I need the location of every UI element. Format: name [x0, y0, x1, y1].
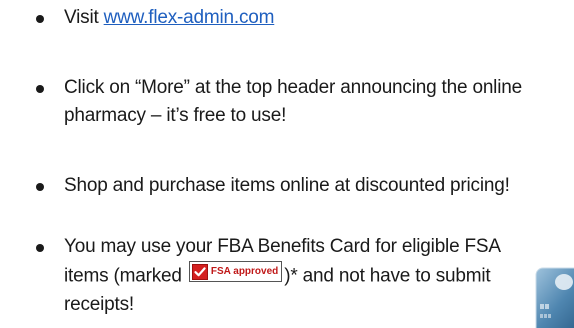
- bullet-icon: [36, 183, 44, 191]
- list-item-text: Click on “More” at the top header announ…: [64, 77, 522, 126]
- bullet-icon: [36, 15, 44, 23]
- credit-card-icon: [534, 264, 574, 328]
- list-item-text: Visit www.flex-admin.com: [64, 4, 274, 32]
- fsa-badge-label: FSA approved: [210, 265, 279, 277]
- visit-label: Visit: [64, 7, 104, 28]
- website-link[interactable]: www.flex-admin.com: [104, 7, 275, 28]
- list-item-text: Shop and purchase items online at discou…: [64, 175, 510, 196]
- list-item-text: You may use your FBA Benefits Card for e…: [64, 233, 504, 319]
- checkmark-icon: [191, 263, 208, 280]
- bullet-icon: [36, 244, 44, 252]
- fsa-approved-badge: FSA approved: [188, 261, 283, 282]
- bullet-icon: [36, 85, 44, 93]
